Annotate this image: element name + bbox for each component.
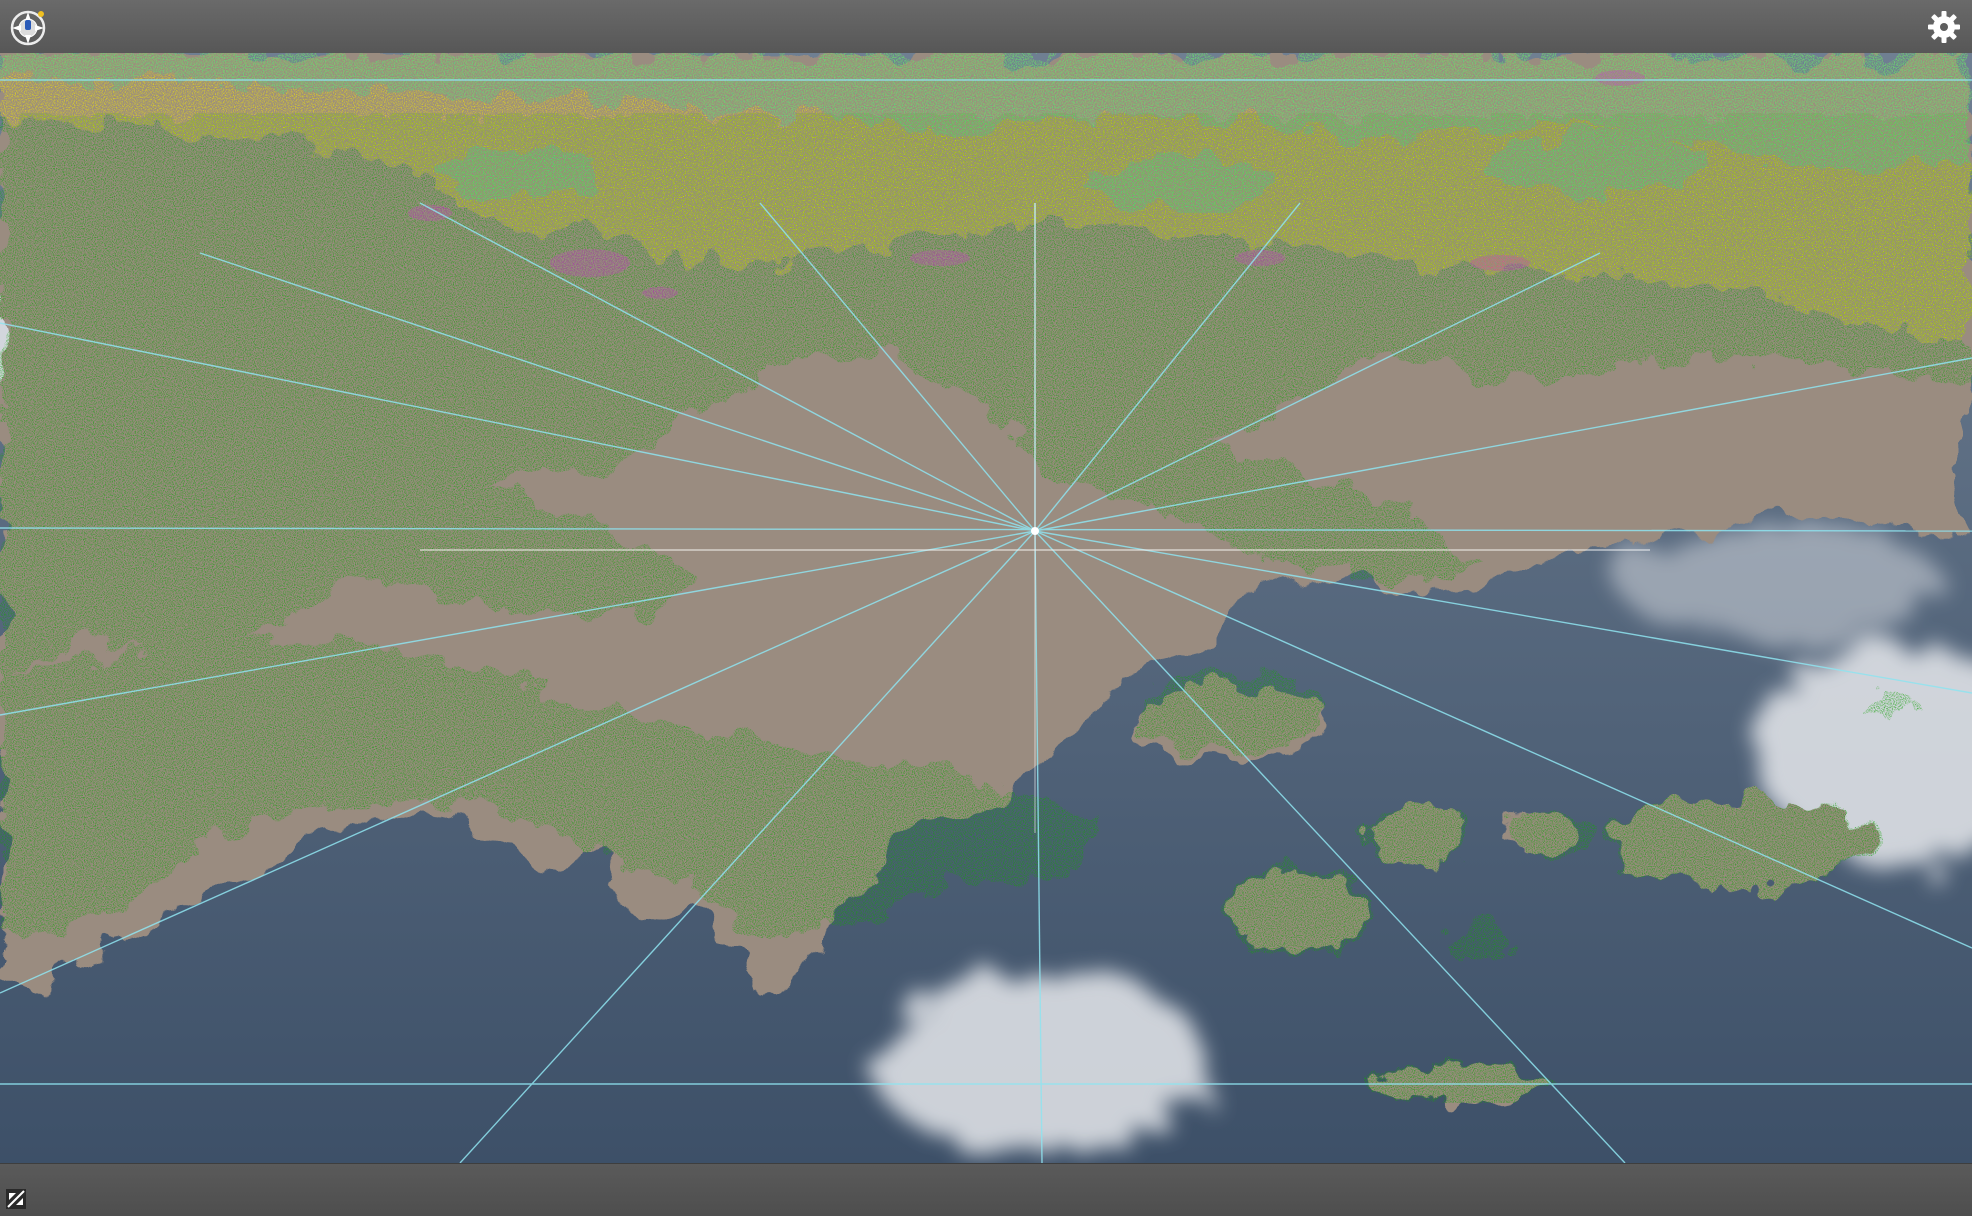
- gear-icon: [1928, 11, 1960, 43]
- top-toolbar: [0, 0, 1972, 54]
- grid-center-marker: [1031, 527, 1039, 535]
- 3d-terrain-viewport[interactable]: [0, 53, 1972, 1163]
- navigation-compass-button[interactable]: [8, 8, 48, 48]
- terrain-scene[interactable]: [0, 53, 1972, 1163]
- split-view-icon: [6, 1189, 26, 1209]
- split-view-button[interactable]: [6, 1189, 26, 1209]
- settings-button[interactable]: [1926, 9, 1962, 45]
- navigation-compass-icon: [10, 10, 46, 46]
- bottom-status-bar: [0, 1163, 1972, 1216]
